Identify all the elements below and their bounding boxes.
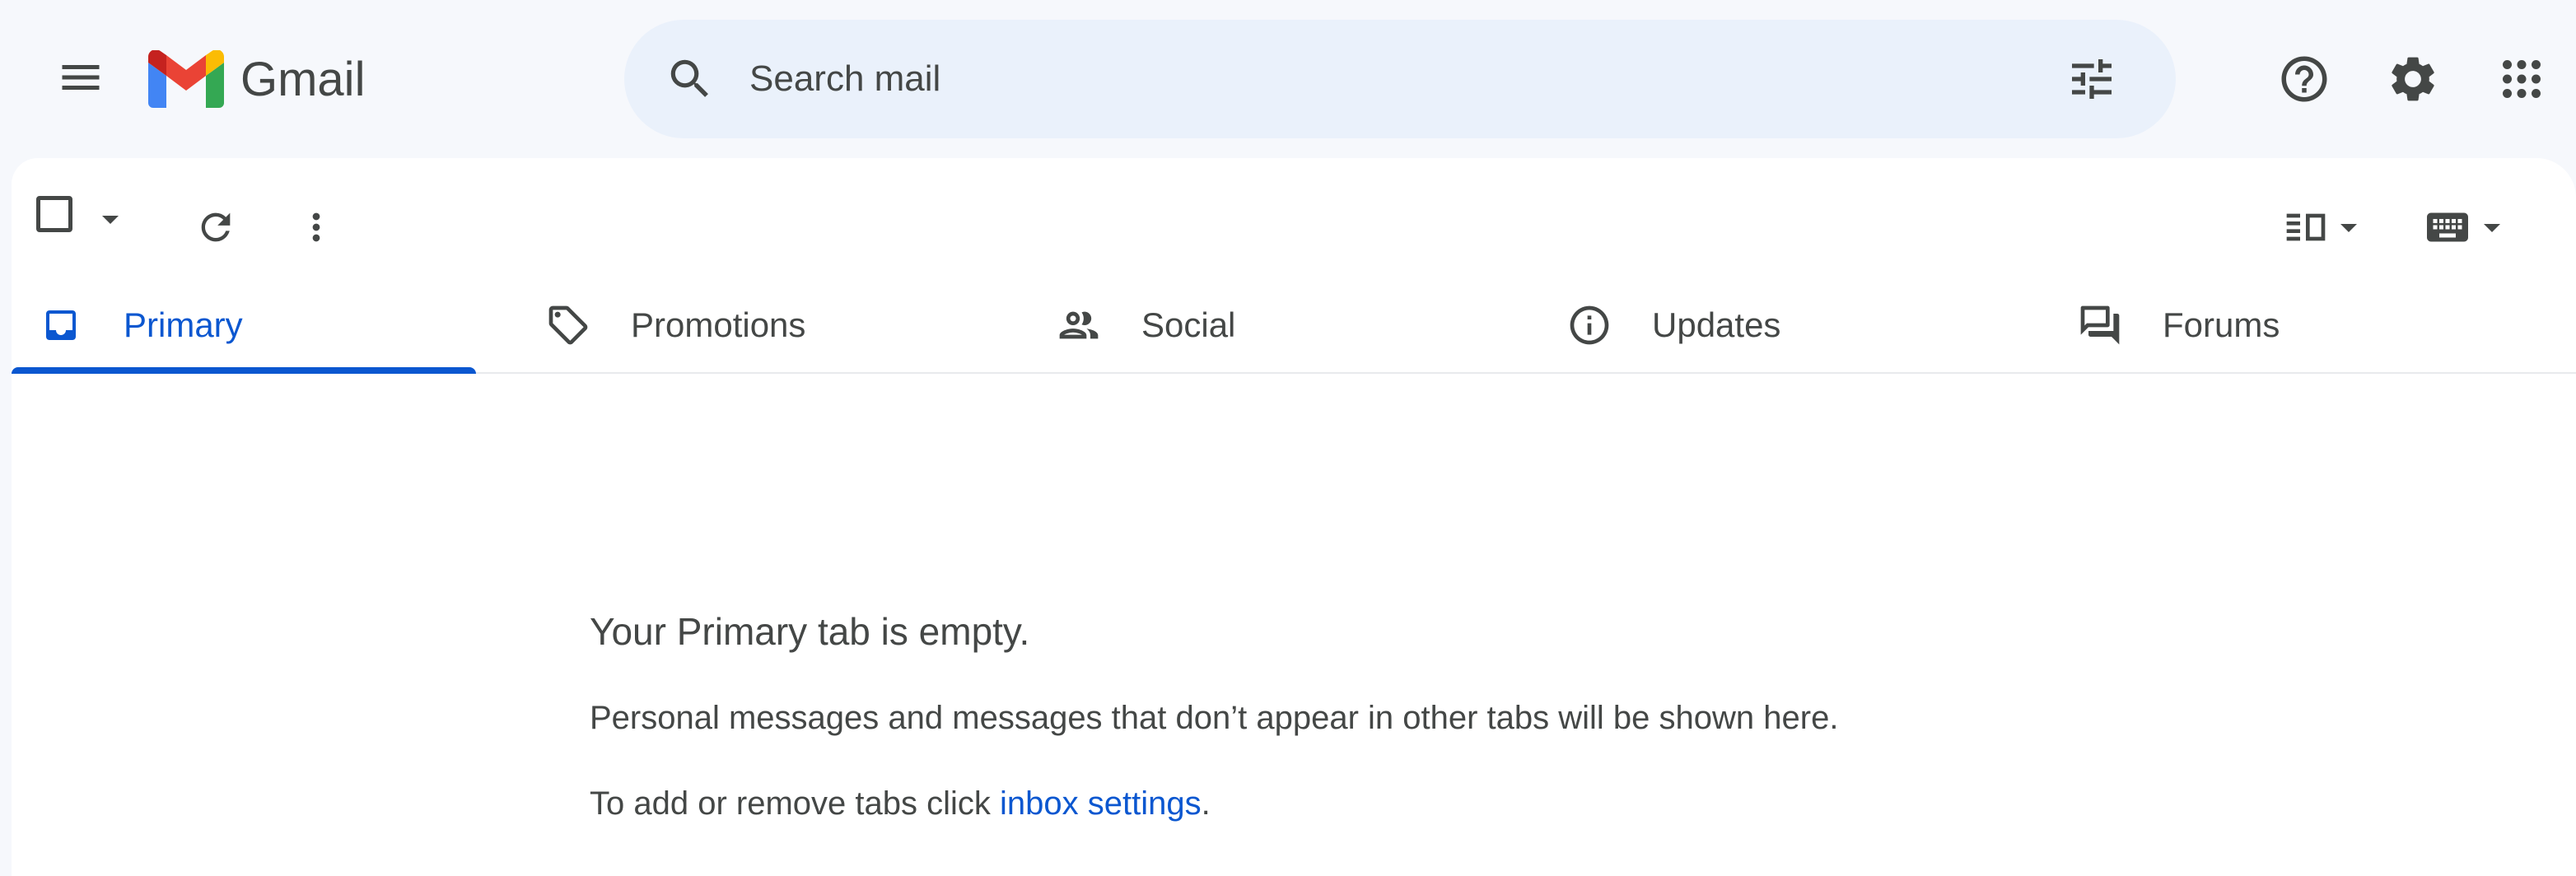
empty-state-title: Your Primary tab is empty. [590,610,1030,653]
tab-updates[interactable]: Updates [1565,277,1780,374]
google-apps-button[interactable] [2479,36,2564,122]
tab-label: Updates [1652,305,1781,344]
category-tabs: Primary Promotions Social Updates Forums [12,277,2576,374]
active-tab-indicator [12,367,476,374]
caret-down-icon [2340,224,2357,232]
tune-icon [2072,59,2112,99]
more-vert-icon [312,212,320,242]
select-all-checkbox[interactable] [36,196,72,232]
people-icon [1059,311,1099,339]
caret-down-icon [102,216,119,224]
select-options-dropdown[interactable] [91,199,130,239]
main-menu-button[interactable] [40,36,122,119]
empty-state-settings-hint: To add or remove tabs click inbox settin… [590,785,1211,822]
inbox-icon [46,310,76,340]
empty-state-description: Personal messages and messages that don’… [590,700,1839,736]
inbox-panel: Primary Promotions Social Updates Forums [12,158,2576,876]
tab-promotions[interactable]: Promotions [544,277,805,374]
tab-label: Promotions [631,305,806,344]
tab-label: Primary [124,305,243,344]
search-bar [624,20,2176,138]
tab-primary[interactable]: Primary [36,277,243,374]
gear-icon [2392,57,2434,101]
info-icon [1570,305,1609,345]
apps-grid-icon [2503,60,2541,98]
tab-forums[interactable]: Forums [2075,277,2280,374]
settings-hint-suffix: . [1201,785,1211,822]
help-icon [2281,56,2327,102]
split-pane-icon [2286,213,2326,241]
caret-down-icon [2484,224,2500,232]
search-button[interactable] [641,20,740,138]
top-header: Gmail [0,0,2576,158]
tag-icon [548,305,588,345]
tab-social[interactable]: Social [1054,277,1235,374]
gmail-logo[interactable]: Gmail [148,46,365,112]
empty-state: Your Primary tab is empty. Personal mess… [590,609,1838,822]
keyboard-icon [2427,212,2468,242]
settings-button[interactable] [2370,36,2456,122]
inbox-settings-link[interactable]: inbox settings [1000,785,1202,822]
gmail-m-icon [148,50,224,108]
more-actions-button[interactable] [280,191,352,263]
search-input[interactable] [749,58,2042,100]
search-options-button[interactable] [2042,30,2141,128]
tab-label: Forums [2163,305,2280,344]
hamburger-menu-icon [62,65,100,90]
mail-toolbar [12,158,2576,277]
tab-label: Social [1141,305,1236,344]
settings-hint-prefix: To add or remove tabs click [590,785,1000,822]
refresh-button[interactable] [180,191,252,263]
search-icon [670,59,708,97]
refresh-icon [201,212,231,242]
input-tools-toggle[interactable] [2410,191,2525,263]
help-button[interactable] [2261,36,2347,122]
app-name: Gmail [240,52,366,106]
split-pane-toggle[interactable] [2268,191,2383,263]
forum-icon [2080,305,2120,345]
